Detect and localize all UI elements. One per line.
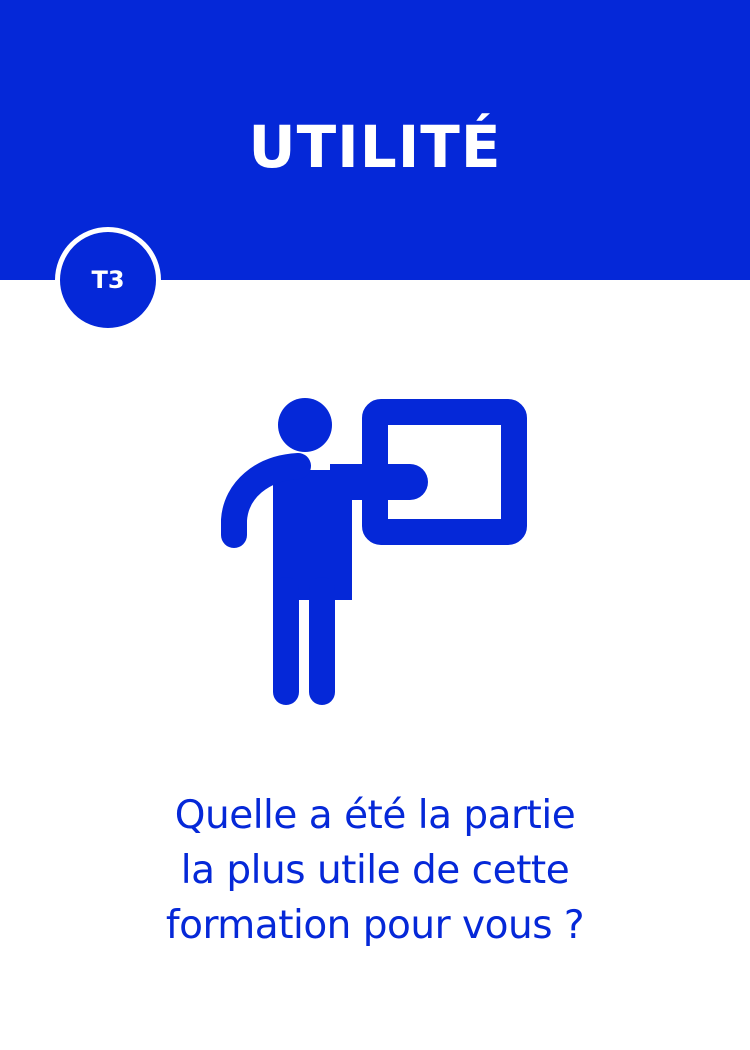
- question-line: Quelle a été la partie: [174, 793, 576, 838]
- question-line: la plus utile de cette: [180, 848, 570, 893]
- question-line: formation pour vous ?: [165, 903, 585, 948]
- question-text: Quelle a été la partie la plus utile de …: [60, 788, 690, 953]
- card: UTILITÉ T3 Quelle a été la partie la plu…: [0, 0, 750, 1050]
